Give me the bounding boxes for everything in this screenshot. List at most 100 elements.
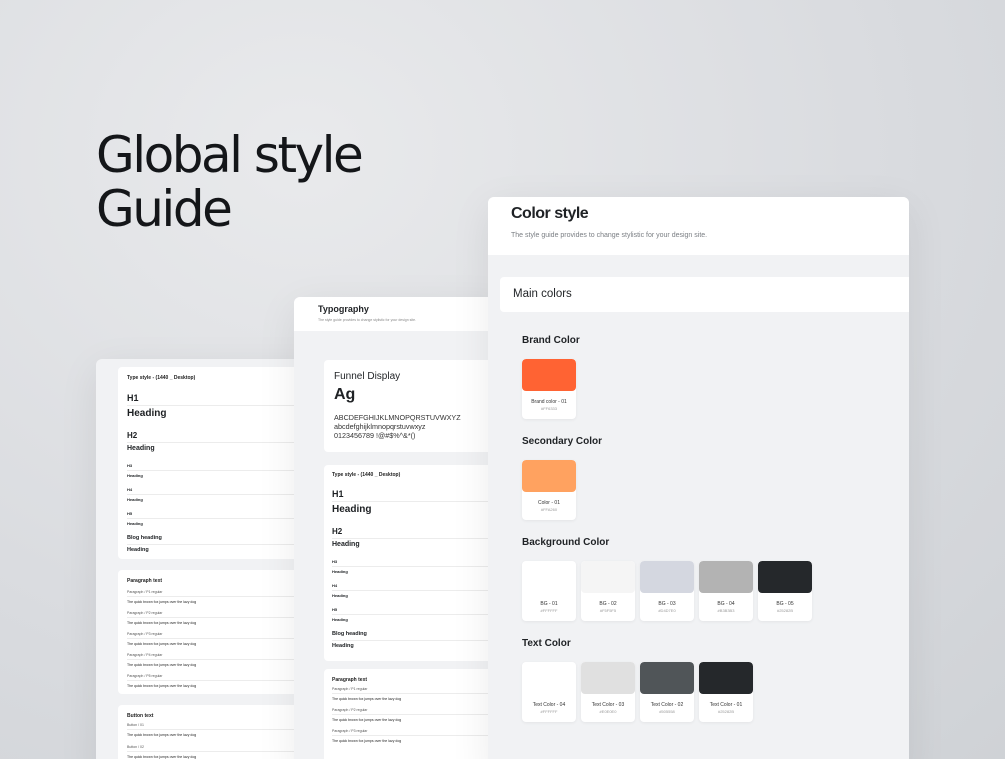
- para-row-sample: The quick brown fox jumps over the lazy …: [332, 739, 402, 743]
- color-swatch-hex: #FFA260: [540, 507, 558, 512]
- text-color-title: Text Color: [522, 638, 571, 649]
- color-swatch-hex: #25282B: [717, 709, 734, 714]
- para-row-label: Paragraph / P2 regular: [332, 708, 368, 712]
- typography-title: Typography: [318, 304, 369, 314]
- para-row-label: Paragraph / P1 regular: [332, 687, 368, 691]
- color-swatch-card: BG - 02 #F5F5F5: [581, 561, 635, 621]
- color-swatch-name: BG - 05: [776, 601, 794, 607]
- color-swatch: [522, 561, 576, 593]
- type-row-sample: Heading: [127, 473, 143, 478]
- color-swatch-name: Text Color - 04: [532, 702, 566, 708]
- type-row-label: H2: [332, 527, 343, 536]
- color-swatch-hex: #FF6333: [540, 406, 557, 411]
- color-swatch-card: Color - 01 #FFA260: [522, 460, 576, 520]
- mid-paragraph-card-title: Paragraph text: [332, 677, 368, 683]
- color-swatch: [758, 561, 812, 593]
- font-lowercase: abcdefghijklmnopqrstuvwxyz: [334, 422, 426, 431]
- color-swatch-hex: #D4D7E0: [658, 608, 676, 613]
- type-row-sample: Heading: [332, 642, 354, 649]
- color-swatch: [699, 662, 753, 694]
- type-row-sample: Heading: [332, 593, 348, 598]
- secondary-color-title: Secondary Color: [522, 436, 603, 447]
- color-style-panel: Color style The style guide provides to …: [488, 197, 909, 759]
- type-row-sample: Heading: [332, 504, 372, 515]
- hero-title-line2: Guide: [96, 180, 233, 238]
- type-row-divider: [332, 501, 497, 502]
- brand-color-title: Brand Color: [522, 335, 580, 346]
- para-row-sample: The quick brown fox jumps over the lazy …: [332, 718, 402, 722]
- color-swatch-name: Text Color - 01: [709, 702, 743, 708]
- type-row-sample: Heading: [332, 541, 360, 548]
- color-swatch-hex: #B3B3B3: [717, 608, 735, 613]
- type-row-sample: Heading: [127, 521, 143, 526]
- type-row-divider: [127, 470, 307, 471]
- type-row-divider: [332, 538, 497, 539]
- type-row-label: H4: [332, 583, 338, 588]
- font-sample: Ag: [334, 386, 356, 403]
- para-row-label: Paragraph / P3 regular: [332, 729, 368, 733]
- color-swatch-card: BG - 05 #25282B: [758, 561, 812, 621]
- type-row-label: H5: [127, 511, 133, 516]
- hero-title-line1: Global style: [96, 126, 364, 184]
- para-row-divider: [127, 729, 307, 730]
- mid-type-card-title: Type style - (1440 _ Desktop): [332, 472, 401, 478]
- color-swatch-hex: #FFFFFF: [540, 709, 558, 714]
- color-swatch-hex: #F5F5F5: [599, 608, 617, 613]
- para-row-sample: The quick brown fox jumps over the lazy …: [127, 733, 197, 737]
- color-swatch: [522, 359, 576, 391]
- type-row-sample: Heading: [127, 408, 167, 419]
- background-color-title: Background Color: [522, 537, 610, 548]
- para-row-divider: [127, 638, 307, 639]
- color-swatch: [522, 460, 576, 492]
- color-style-title: Color style: [511, 205, 589, 222]
- type-row-label: Blog heading: [332, 631, 367, 637]
- para-row-sample: The quick brown fox jumps over the lazy …: [127, 642, 197, 646]
- font-card: Funnel Display Ag ABCDEFGHIJKLMNOPQRSTUV…: [324, 360, 509, 452]
- paragraph-card: Paragraph text Paragraph / P1 regular The…: [118, 570, 318, 694]
- color-swatch-hex: #505558: [659, 709, 675, 714]
- color-swatch-card: Text Color - 04 #FFFFFF: [522, 662, 576, 722]
- para-row-sample: The quick brown fox jumps over the lazy …: [332, 697, 402, 701]
- para-row-divider: [332, 693, 497, 694]
- color-swatch-hex: #FFFFFF: [540, 608, 558, 613]
- type-row-divider: [127, 518, 307, 519]
- type-row-sample: Heading: [332, 617, 348, 622]
- type-row-divider: [332, 590, 497, 591]
- color-style-header: Color style The style guide provides to …: [488, 197, 909, 255]
- color-swatch-name: Color - 01: [538, 500, 560, 506]
- color-style-subtitle: The style guide provides to change styli…: [511, 232, 708, 239]
- color-swatch: [699, 561, 753, 593]
- mid-type-style-card: Type style - (1440 _ Desktop) H1 Heading H…: [324, 465, 509, 661]
- para-row-label: Paragraph / P4 regular: [127, 653, 163, 657]
- color-swatch-card: Text Color - 01 #25282B: [699, 662, 753, 722]
- color-swatch-name: BG - 01: [540, 601, 558, 607]
- type-row-label: H4: [127, 487, 133, 492]
- type-row-sample: Heading: [127, 445, 155, 452]
- type-row-label: H1: [127, 393, 139, 403]
- color-swatch-card: Text Color - 03 #E0E0E0: [581, 662, 635, 722]
- para-row-divider: [127, 751, 307, 752]
- paragraph-card-title: Paragraph text: [127, 578, 163, 584]
- type-row-divider: [332, 566, 497, 567]
- mid-paragraph-card: Paragraph text Paragraph / P1 regular The…: [324, 669, 509, 759]
- para-row-label: Paragraph / P3 regular: [127, 632, 163, 636]
- color-swatch-name: BG - 03: [658, 601, 676, 607]
- hero-title: Global style Guide: [96, 128, 416, 236]
- main-colors-bar: Main colors: [500, 277, 909, 312]
- para-row-divider: [332, 714, 497, 715]
- color-swatch-name: BG - 04: [717, 601, 735, 607]
- color-swatch-name: Text Color - 02: [650, 702, 684, 708]
- type-row-divider: [332, 614, 497, 615]
- type-row-divider: [127, 543, 307, 545]
- type-card-title: Type style - (1440 _ Desktop): [127, 375, 196, 381]
- button-text-card: Button text Button / 01 The quick brown f…: [118, 705, 318, 759]
- para-row-divider: [127, 617, 307, 618]
- typography-panel: Typography The style guide provides to c…: [294, 297, 509, 759]
- type-row-sample: Heading: [127, 546, 149, 553]
- type-row-label: H2: [127, 431, 138, 440]
- type-row-label: H5: [332, 607, 338, 612]
- type-row-label: H1: [332, 489, 344, 499]
- para-row-label: Paragraph / P2 regular: [127, 611, 163, 615]
- type-row-divider: [332, 639, 497, 641]
- color-swatch: [640, 561, 694, 593]
